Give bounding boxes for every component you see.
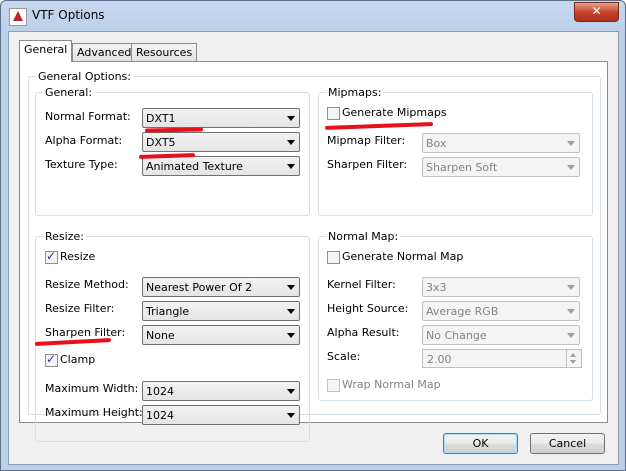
chevron-down-icon [287,389,295,394]
normal-format-value: DXT1 [146,112,176,125]
resize-filter-label: Resize Filter: [45,302,115,315]
resize-checkbox[interactable] [45,249,58,264]
mipmap-sharpen-filter-label: Sharpen Filter: [327,158,408,171]
generate-normal-map-label[interactable]: Generate Normal Map [342,250,463,263]
maximum-width-select[interactable]: 1024 [142,381,300,401]
resize-filter-select[interactable]: Triangle [142,301,300,321]
tab-general[interactable]: General [19,40,73,62]
maximum-height-value: 1024 [146,409,174,422]
texture-type-value: Animated Texture [146,160,243,173]
chevron-down-icon[interactable] [570,360,576,364]
general-tab-panel: General Options: General: Normal Format:… [19,61,608,442]
spinner-buttons[interactable] [566,350,581,367]
scale-label: Scale: [327,350,361,363]
height-source-label: Height Source: [327,302,409,315]
cancel-button[interactable]: Cancel [530,433,605,454]
chevron-down-icon [287,333,295,338]
generate-normal-map-checkbox[interactable] [327,251,340,264]
normal-format-label: Normal Format: [45,110,131,123]
texture-type-select[interactable]: Animated Texture [142,156,300,176]
normal-map-group-label: Normal Map: [326,230,401,243]
kernel-filter-label: Kernel Filter: [327,278,396,291]
kernel-filter-select[interactable]: 3x3 [422,277,580,297]
maximum-height-label: Maximum Height: [45,406,143,419]
scale-value: 2.00 [427,353,452,366]
resize-sharpen-filter-value: None [146,329,175,342]
ok-button[interactable]: OK [443,433,518,454]
chevron-down-icon [567,333,575,338]
normal-format-select[interactable]: DXT1 [142,108,300,128]
chevron-down-icon [287,413,295,418]
resize-method-label: Resize Method: [45,278,129,291]
texture-type-label: Texture Type: [45,158,118,171]
resize-checkbox-label[interactable]: Resize [60,250,95,263]
maximum-width-label: Maximum Width: [45,382,139,395]
chevron-down-icon [287,285,295,290]
alpha-result-select[interactable]: No Change [422,325,580,345]
scale-spinner[interactable]: 2.00 [422,349,582,368]
mipmap-filter-select[interactable]: Box [422,133,580,153]
clamp-checkbox-label[interactable]: Clamp [60,353,95,366]
resize-group-label: Resize: [43,230,86,243]
chevron-up-icon[interactable] [570,353,576,357]
chevron-down-icon [287,164,295,169]
alpha-result-label: Alpha Result: [327,326,400,339]
tab-advanced[interactable]: Advanced [72,43,137,62]
chevron-down-icon [287,309,295,314]
chevron-down-icon [567,141,575,146]
generate-mipmaps-label[interactable]: Generate Mipmaps [342,106,447,119]
resize-method-value: Nearest Power Of 2 [146,281,253,294]
wrap-normal-map-checkbox[interactable] [327,379,340,392]
chevron-down-icon [287,116,295,121]
mipmap-sharpen-filter-value: Sharpen Soft [426,161,498,174]
mipmaps-group-label: Mipmaps: [326,86,384,99]
resize-method-select[interactable]: Nearest Power Of 2 [142,277,300,297]
window-title: VTF Options [32,8,105,22]
wrap-normal-map-label[interactable]: Wrap Normal Map [342,378,441,391]
alpha-format-select[interactable]: DXT5 [142,132,300,152]
mipmap-filter-label: Mipmap Filter: [327,134,406,147]
resize-filter-value: Triangle [146,305,190,318]
vtf-options-window: VTF Options ✕ General Advanced Resources… [0,0,626,471]
chevron-down-icon [567,285,575,290]
mipmap-sharpen-filter-select[interactable]: Sharpen Soft [422,157,580,177]
alpha-result-value: No Change [426,329,487,342]
dialog-client-area: General Advanced Resources General Optio… [8,31,619,465]
kernel-filter-value: 3x3 [426,281,447,294]
chevron-down-icon [287,140,295,145]
mipmap-filter-value: Box [426,137,447,150]
title-bar[interactable]: VTF Options ✕ [1,1,625,31]
close-button[interactable]: ✕ [574,2,619,22]
resize-sharpen-filter-label: Sharpen Filter: [45,326,126,339]
height-source-value: Average RGB [426,305,499,318]
general-group-label: General: [43,86,95,99]
general-options-label: General Options: [36,70,133,83]
clamp-checkbox[interactable] [45,352,58,367]
alpha-format-value: DXT5 [146,136,176,149]
app-icon [9,8,27,26]
chevron-down-icon [567,309,575,314]
alpha-format-label: Alpha Format: [45,134,123,147]
tab-resources[interactable]: Resources [131,43,198,62]
maximum-height-select[interactable]: 1024 [142,405,300,425]
resize-sharpen-filter-select[interactable]: None [142,325,300,345]
chevron-down-icon [567,165,575,170]
generate-mipmaps-checkbox[interactable] [327,107,340,120]
maximum-width-value: 1024 [146,385,174,398]
height-source-select[interactable]: Average RGB [422,301,580,321]
